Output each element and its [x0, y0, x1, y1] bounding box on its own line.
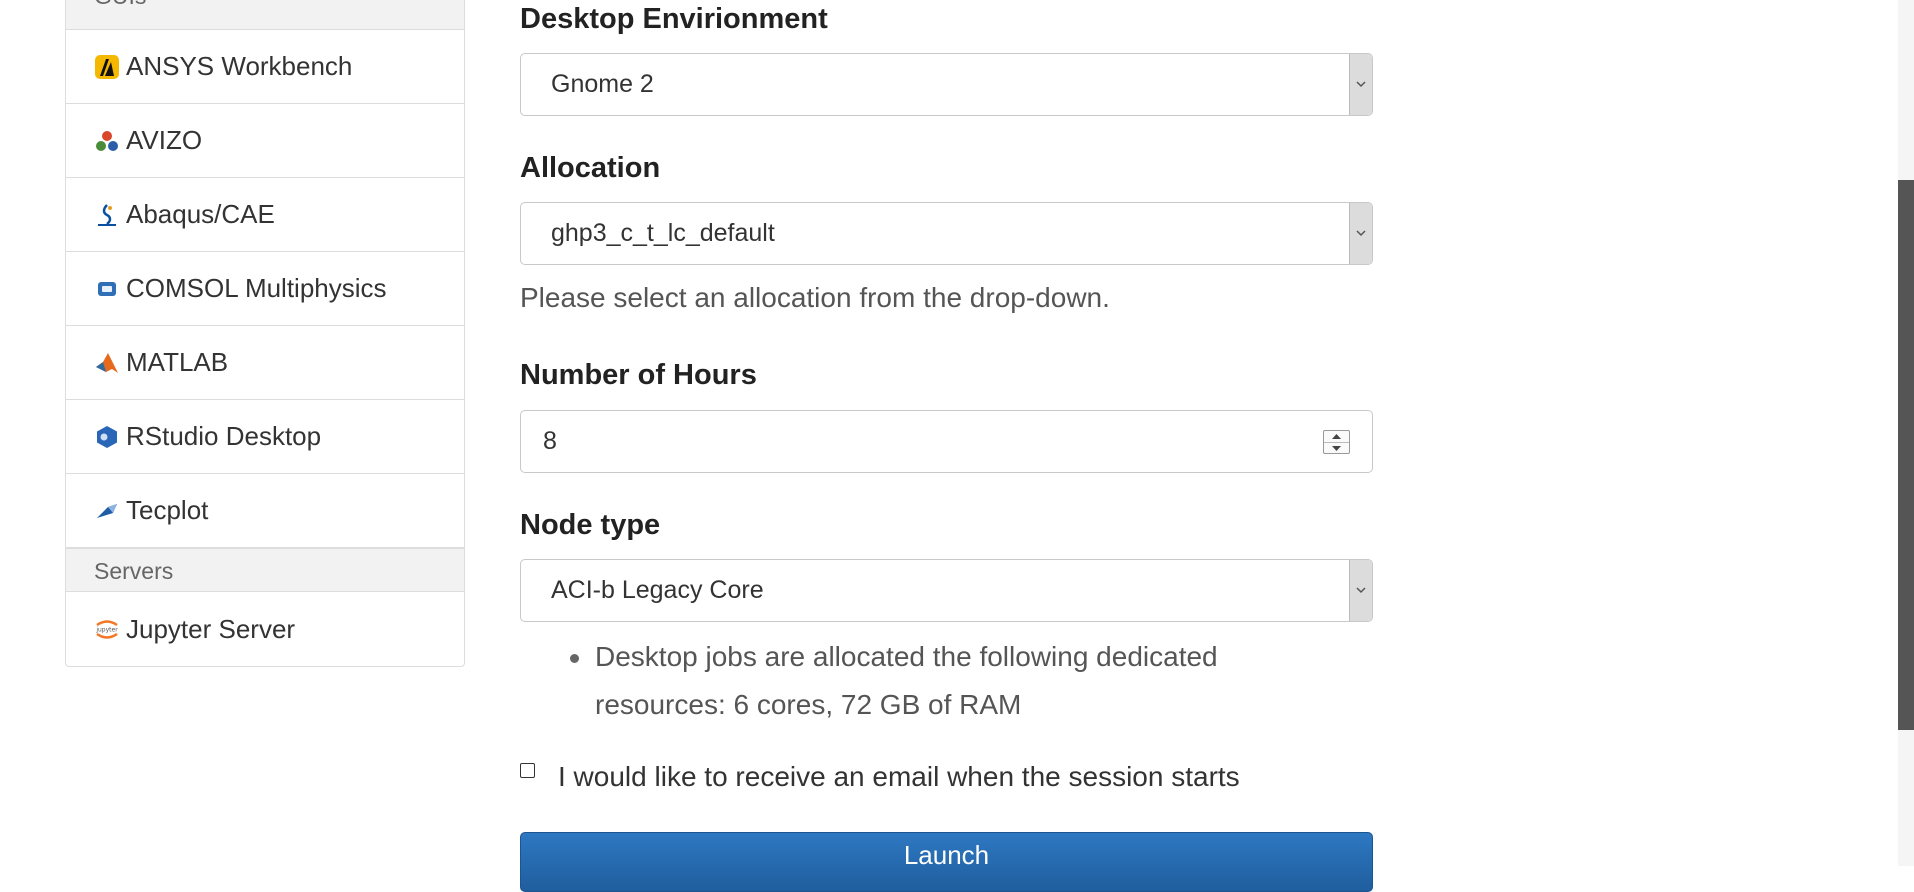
desktop-environment-value: Gnome 2: [551, 70, 654, 98]
node-type-resources: Desktop jobs are allocated the following…: [595, 641, 1218, 720]
sidebar-item-label: Tecplot: [126, 495, 209, 525]
sidebar-item-avizo[interactable]: AVIZO: [66, 104, 464, 178]
scrollbar-thumb[interactable]: [1898, 180, 1914, 730]
allocation-select[interactable]: ghp3_c_t_lc_default: [520, 202, 1373, 265]
sidebar-item-label: Abaqus/CAE: [126, 199, 275, 229]
sidebar-item-abaqus-cae[interactable]: Abaqus/CAE: [66, 178, 464, 252]
email-notification-label[interactable]: I would like to receive an email when th…: [558, 761, 1240, 793]
chevron-down-icon: [1349, 560, 1372, 621]
section-header-guis: GUIs: [66, 0, 464, 30]
desktop-environment-label: Desktop Envirionment: [520, 3, 828, 35]
allocation-value: ghp3_c_t_lc_default: [551, 219, 775, 247]
email-notification-checkbox[interactable]: [520, 763, 535, 778]
node-type-value: ACI-b Legacy Core: [551, 576, 764, 604]
hours-label: Number of Hours: [520, 359, 757, 391]
sidebar-item-ansys-workbench[interactable]: ANSYS Workbench: [66, 30, 464, 104]
rstudio-icon: [94, 424, 120, 450]
node-type-select[interactable]: ACI-b Legacy Core: [520, 559, 1373, 622]
allocation-help-text: Please select an allocation from the dro…: [520, 282, 1110, 313]
sidebar-item-matlab[interactable]: MATLAB: [66, 326, 464, 400]
avizo-icon: [94, 128, 120, 154]
sidebar-item-jupyter-server[interactable]: jupyter Jupyter Server: [66, 592, 464, 666]
sidebar-item-label: ANSYS Workbench: [126, 51, 353, 81]
sidebar-item-label: Jupyter Server: [126, 613, 296, 644]
tecplot-icon: [94, 498, 120, 524]
desktop-environment-select[interactable]: Gnome 2: [520, 53, 1373, 116]
ansys-icon: [94, 54, 120, 80]
sidebar-item-comsol-multiphysics[interactable]: COMSOL Multiphysics: [66, 252, 464, 326]
node-type-label: Node type: [520, 509, 661, 541]
bullet-icon: [570, 654, 579, 663]
chevron-down-icon: [1349, 203, 1372, 264]
hours-stepper[interactable]: [1323, 430, 1350, 454]
chevron-down-icon: [1349, 54, 1372, 115]
hours-input[interactable]: 8: [520, 410, 1373, 473]
increment-icon[interactable]: [1324, 431, 1349, 442]
allocation-label: Allocation: [520, 152, 661, 184]
hours-value: 8: [543, 427, 557, 455]
sidebar-item-label: MATLAB: [126, 347, 229, 377]
app-sidebar: GUIs ANSYS Workbench AVIZO Abaqus/CAE CO…: [65, 0, 465, 667]
comsol-icon: [94, 276, 120, 302]
sidebar-item-label: RStudio Desktop: [126, 421, 322, 451]
svg-text:jupyter: jupyter: [95, 627, 118, 634]
jupyter-icon: jupyter: [94, 616, 120, 642]
matlab-icon: [94, 350, 120, 376]
sidebar-item-rstudio-desktop[interactable]: RStudio Desktop: [66, 400, 464, 474]
sidebar-item-tecplot[interactable]: Tecplot: [66, 474, 464, 548]
launch-button[interactable]: Launch: [520, 832, 1373, 892]
sidebar-item-label: COMSOL Multiphysics: [126, 273, 387, 303]
sidebar-item-label: AVIZO: [126, 125, 203, 155]
abaqus-icon: [94, 202, 120, 228]
section-header-servers: Servers: [66, 548, 464, 592]
decrement-icon[interactable]: [1324, 442, 1349, 454]
